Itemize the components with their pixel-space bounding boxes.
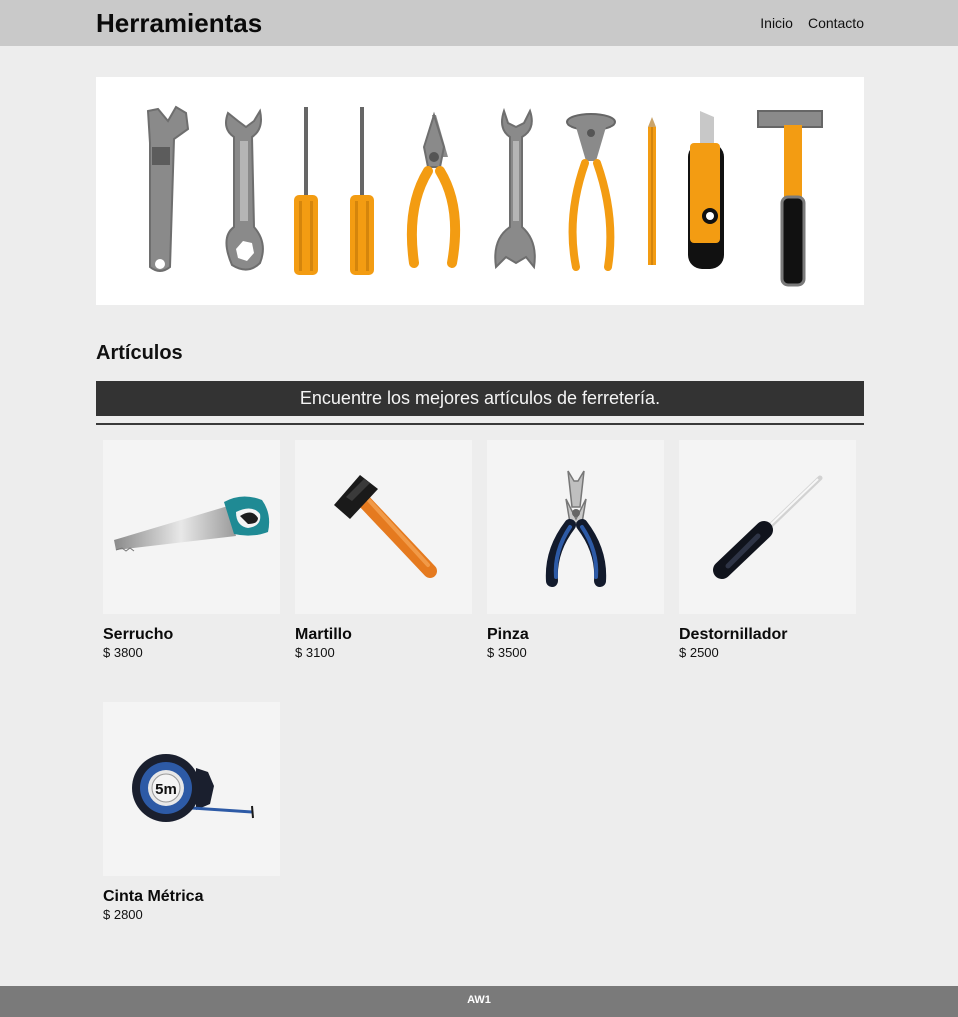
product-name: Cinta Métrica [103, 888, 204, 905]
tape-measure-icon: 5m [131, 754, 254, 822]
product-card[interactable]: Destornillador $ 2500 [679, 440, 856, 661]
tools-illustration [146, 105, 823, 287]
product-price: $ 2500 [679, 645, 719, 660]
product-image[interactable] [679, 440, 856, 614]
pincers-icon [566, 113, 616, 271]
product-card[interactable]: Pinza $ 3500 [487, 440, 664, 661]
site-title: Herramientas [96, 8, 263, 38]
product-grid: Serrucho $ 3800 Martillo $ 3100 Pinza $ … [103, 440, 863, 923]
combination-wrench-icon [225, 108, 264, 271]
utility-knife-icon [688, 111, 724, 269]
screwdriver-icon [294, 107, 318, 275]
tape-label: 5m [155, 781, 177, 798]
nav-link-inicio[interactable]: Inicio [760, 15, 793, 32]
section-title: Artículos [96, 342, 183, 364]
open-end-wrench-icon [494, 107, 536, 270]
pliers-icon [406, 111, 461, 268]
hammer-icon [333, 475, 437, 578]
product-price: $ 3500 [487, 645, 527, 660]
hero-tools-image [96, 77, 864, 305]
product-image[interactable]: 5m [103, 702, 280, 876]
footer-text: AW1 [467, 994, 491, 1006]
product-name: Pinza [487, 626, 529, 643]
hammer-icon [757, 110, 823, 287]
product-image[interactable] [487, 440, 664, 614]
product-name: Martillo [295, 626, 352, 643]
adjustable-wrench-icon [146, 105, 190, 272]
top-bar: Herramientas Inicio Contacto [0, 0, 958, 46]
pencil-icon [648, 117, 656, 265]
product-card[interactable]: Serrucho $ 3800 [103, 440, 280, 661]
promo-banner: Encuentre los mejores artículos de ferre… [96, 381, 864, 416]
pliers-icon [545, 470, 606, 587]
screwdriver-icon [350, 107, 374, 275]
main-nav: Inicio Contacto [760, 15, 864, 32]
nav-link-contacto[interactable]: Contacto [808, 15, 864, 32]
product-price: $ 2800 [103, 907, 143, 922]
product-price: $ 3100 [295, 645, 335, 660]
product-image[interactable] [103, 440, 280, 614]
footer: AW1 [0, 986, 958, 1017]
section-divider [96, 423, 864, 425]
product-price: $ 3800 [103, 645, 143, 660]
screwdriver-icon [712, 475, 822, 579]
product-card[interactable]: 5m Cinta Métrica $ 2800 [103, 702, 280, 923]
product-card[interactable]: Martillo $ 3100 [295, 440, 472, 661]
product-image[interactable] [295, 440, 472, 614]
product-name: Serrucho [103, 626, 174, 643]
saw-icon [113, 496, 269, 552]
product-name: Destornillador [679, 626, 788, 643]
